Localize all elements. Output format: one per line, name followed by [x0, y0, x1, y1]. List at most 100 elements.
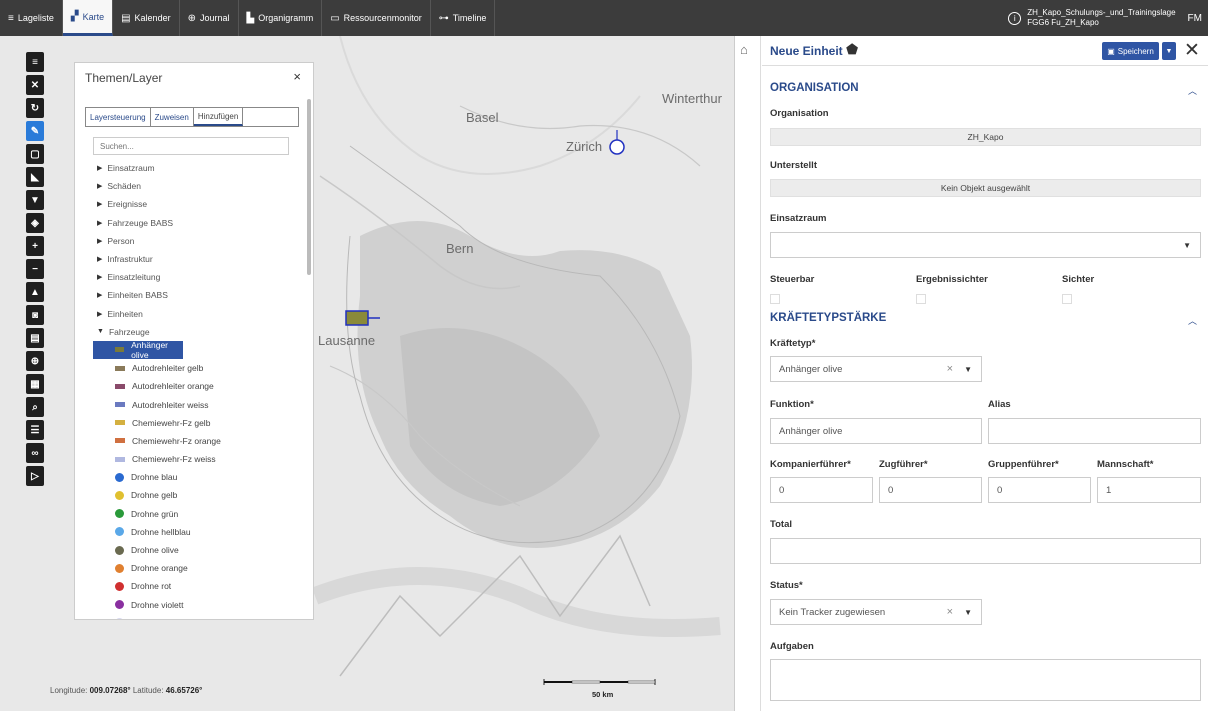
- context-info[interactable]: ZH_Kapo_Schulungs-_und_Trainingslage FGG6…: [1027, 8, 1175, 28]
- kompanie-input[interactable]: 0: [770, 477, 873, 503]
- layer-item[interactable]: Drohne blau: [93, 468, 293, 486]
- tab-lageliste[interactable]: ≡ Lageliste: [0, 0, 63, 36]
- kraeftetyp-select[interactable]: Anhänger olive × ▼: [770, 356, 982, 382]
- sichter-checkbox[interactable]: [1062, 294, 1072, 304]
- zoom-out-icon[interactable]: −: [26, 259, 44, 279]
- location-pin-icon[interactable]: ⬟: [846, 41, 858, 58]
- drone-marker-icon[interactable]: [606, 130, 630, 162]
- tab-journal[interactable]: ⊕ Journal: [180, 0, 239, 36]
- layer-item[interactable]: Chemiewehr-Fz orange: [93, 432, 293, 450]
- edit-icon[interactable]: ✎: [26, 121, 44, 141]
- layer-group[interactable]: ▶ Schäden: [93, 177, 293, 195]
- measure-icon[interactable]: ◣: [26, 167, 44, 187]
- tab-timeline[interactable]: ⊶ Timeline: [431, 0, 496, 36]
- zug-input[interactable]: 0: [879, 477, 982, 503]
- new-unit-form: Neue Einheit ⬟ ▣ Speichern ▼ ✕ ORGANISAT…: [762, 36, 1208, 711]
- layer-group[interactable]: ▶ Einsatzleitung: [93, 268, 293, 286]
- menu-icon[interactable]: ≡: [26, 52, 44, 72]
- gruppe-input[interactable]: 0: [988, 477, 1091, 503]
- filter-icon[interactable]: ▼: [26, 190, 44, 210]
- layer-group[interactable]: ▼ Fahrzeuge: [93, 323, 293, 341]
- status-select[interactable]: Kein Tracker zugewiesen × ▼: [770, 599, 982, 625]
- total-input[interactable]: [770, 538, 1201, 564]
- layer-scrollbar[interactable]: [307, 99, 311, 275]
- funktion-input[interactable]: Anhänger olive: [770, 418, 982, 444]
- save-button[interactable]: ▣ Speichern: [1102, 42, 1159, 60]
- close-icon[interactable]: ✕: [1184, 39, 1200, 62]
- layer-group-label: Infrastruktur: [107, 254, 153, 265]
- layer-group[interactable]: ▶ Einsatzraum: [93, 159, 293, 177]
- tab-layersteuerung[interactable]: Layersteuerung: [86, 108, 151, 126]
- clear-icon[interactable]: ×: [947, 363, 953, 375]
- play-icon[interactable]: ▷: [26, 466, 44, 486]
- tab-label: Lageliste: [17, 13, 54, 23]
- layer-item[interactable]: Autodrehleiter orange: [93, 377, 293, 395]
- vehicle-symbol-icon: [115, 402, 125, 408]
- layer-item[interactable]: Drohne rot: [93, 577, 293, 595]
- home-icon[interactable]: ⌂: [740, 42, 748, 57]
- refresh-icon[interactable]: ↻: [26, 98, 44, 118]
- tab-zuweisen[interactable]: Zuweisen: [151, 108, 194, 126]
- grid-icon[interactable]: ▦: [26, 374, 44, 394]
- save-dropdown-button[interactable]: ▼: [1162, 42, 1176, 60]
- steuerbar-checkbox[interactable]: [770, 294, 780, 304]
- vehicle-symbol-icon: [115, 365, 125, 371]
- ergebnissichter-checkbox[interactable]: [916, 294, 926, 304]
- layer-panel: Themen/Layer × Layersteuerung Zuweisen H…: [74, 62, 314, 620]
- binoculars-icon[interactable]: ∞: [26, 443, 44, 463]
- camera-icon[interactable]: ◙: [26, 305, 44, 325]
- layer-group[interactable]: ▶ Ereignisse: [93, 195, 293, 213]
- layer-search-input[interactable]: [93, 137, 289, 155]
- trailer-marker-icon[interactable]: [344, 306, 382, 328]
- layer-item[interactable]: Chemiewehr-Fz gelb: [93, 414, 293, 432]
- tab-organigramm[interactable]: ▙ Organigramm: [239, 0, 323, 36]
- einsatzraum-select[interactable]: ▼: [770, 232, 1201, 258]
- journal-icon: ⊕: [187, 12, 196, 24]
- layer-item[interactable]: Anhänger olive: [93, 340, 183, 360]
- close-icon[interactable]: ×: [293, 69, 301, 84]
- collapse-icon[interactable]: ✕: [26, 75, 44, 95]
- layer-item[interactable]: Chemiewehr-Fz weiss: [93, 450, 293, 468]
- drone-symbol-icon: [115, 563, 124, 573]
- alias-input[interactable]: [988, 418, 1201, 444]
- aufgaben-textarea[interactable]: [770, 659, 1201, 701]
- chevron-up-icon[interactable]: ︿: [1188, 84, 1197, 97]
- layer-item-label: Autodrehleiter orange: [132, 381, 214, 392]
- layer-item[interactable]: Drohne orange: [93, 559, 293, 577]
- tab-ressourcenmonitor[interactable]: ▭ Ressourcenmonitor: [322, 0, 431, 36]
- comment-icon[interactable]: ▢: [26, 144, 44, 164]
- tab-kalender[interactable]: ▤ Kalender: [113, 0, 180, 36]
- tab-hinzufuegen[interactable]: Hinzufügen: [193, 108, 244, 126]
- layer-item[interactable]: Drohne violett: [93, 596, 293, 614]
- zoom-in-icon[interactable]: +: [26, 236, 44, 256]
- layer-item[interactable]: Drohne olive: [93, 541, 293, 559]
- map-icon: ▞: [70, 11, 79, 22]
- info-icon[interactable]: i: [1008, 11, 1022, 25]
- layer-item[interactable]: Autodrehleiter weiss: [93, 395, 293, 413]
- layer-item[interactable]: Drohne gelb: [93, 486, 293, 504]
- layer-group[interactable]: ▶ Person: [93, 232, 293, 250]
- layer-item[interactable]: Autodrehleiter gelb: [93, 359, 293, 377]
- layer-group[interactable]: ▶ Einheiten: [93, 305, 293, 323]
- print-icon[interactable]: ▤: [26, 328, 44, 348]
- caret-right-icon: ▶: [97, 237, 103, 245]
- settings-sliders-icon[interactable]: ☰: [26, 420, 44, 440]
- status-value: Kein Tracker zugewiesen: [779, 606, 886, 618]
- layer-group[interactable]: ▶ Fahrzeuge BABS: [93, 214, 293, 232]
- layer-item[interactable]: Drohne grün: [93, 505, 293, 523]
- clear-icon[interactable]: ×: [947, 606, 953, 618]
- tab-karte[interactable]: ▞ Karte: [62, 0, 114, 36]
- layer-group[interactable]: ▶ Einheiten BABS: [93, 286, 293, 304]
- caret-right-icon: ▶: [97, 201, 103, 209]
- globe-icon[interactable]: ⊕: [26, 351, 44, 371]
- zug-label: Zugführer*: [879, 459, 928, 470]
- north-arrow-icon[interactable]: ▲: [26, 282, 44, 302]
- user-avatar[interactable]: FM: [1188, 13, 1202, 24]
- layers-icon[interactable]: ◈: [26, 213, 44, 233]
- layer-item[interactable]: Drohne hellblau: [93, 523, 293, 541]
- search-icon[interactable]: ⌕: [26, 397, 44, 417]
- chevron-up-icon[interactable]: ︿: [1188, 314, 1197, 327]
- layer-item[interactable]: Drohne weiss: [93, 614, 293, 619]
- layer-group[interactable]: ▶ Infrastruktur: [93, 250, 293, 268]
- mannschaft-input[interactable]: 1: [1097, 477, 1201, 503]
